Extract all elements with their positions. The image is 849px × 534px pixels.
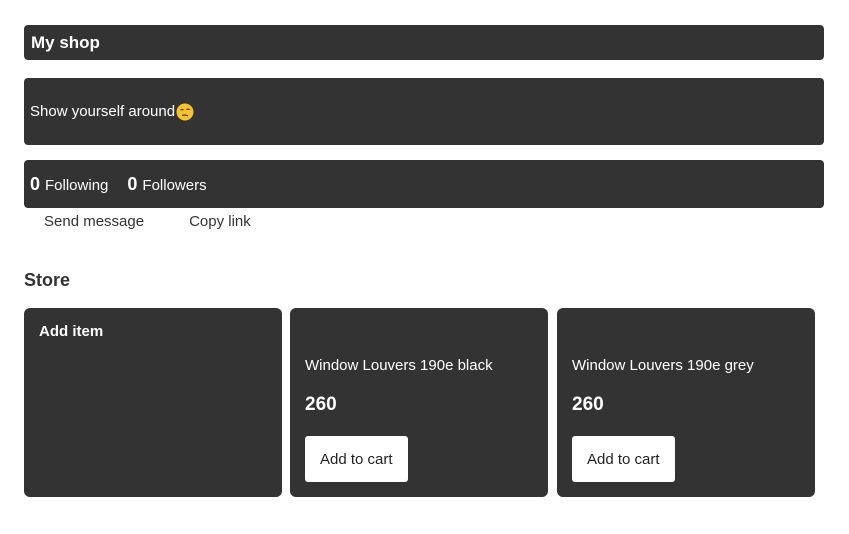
shop-title: My shop [31, 32, 100, 52]
profile-actions: Send message Copy link [44, 212, 251, 232]
product-price: 260 [305, 394, 337, 415]
followers-label: Followers [142, 176, 207, 194]
shop-page: My shop Show yourself around 0 Following… [0, 0, 849, 534]
following-count: 0 [30, 173, 41, 194]
product-price: 260 [572, 394, 604, 415]
followers-count: 0 [127, 173, 138, 194]
product-card: Window Louvers 190e black 260 Add to car… [290, 308, 548, 497]
bio-bar: Show yourself around [24, 78, 824, 145]
following-stat[interactable]: 0 Following [30, 174, 108, 195]
followers-stat[interactable]: 0 Followers [127, 174, 206, 195]
store-heading: Store [24, 270, 71, 290]
product-name: Window Louvers 190e grey [572, 357, 754, 374]
product-name: Window Louvers 190e black [305, 357, 493, 374]
following-label: Following [45, 176, 109, 194]
add-to-cart-button[interactable]: Add to cart [305, 436, 408, 482]
shop-title-bar: My shop [24, 25, 824, 60]
stats-bar: 0 Following 0 Followers [24, 160, 824, 208]
send-message-button[interactable]: Send message [44, 212, 144, 232]
bio-text: Show yourself around [30, 103, 176, 120]
face-emoji-icon [176, 103, 194, 121]
copy-link-button[interactable]: Copy link [189, 212, 251, 232]
add-to-cart-button[interactable]: Add to cart [572, 436, 675, 482]
add-item-label: Add item [39, 323, 104, 340]
product-card: Window Louvers 190e grey 260 Add to cart [557, 308, 815, 497]
add-item-card[interactable]: Add item [24, 308, 282, 497]
